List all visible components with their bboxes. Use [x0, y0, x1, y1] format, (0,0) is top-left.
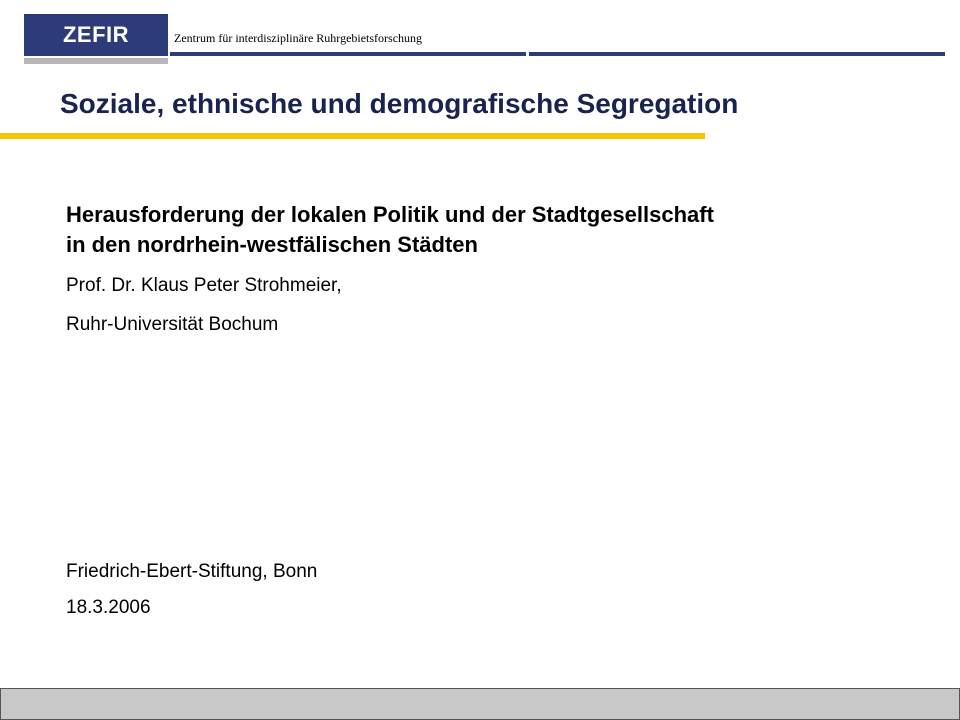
subtitle-line-1: Herausforderung der lokalen Politik und …	[66, 202, 714, 227]
zefir-logo: ZEFIR	[24, 14, 168, 56]
logo-text: ZEFIR	[62, 22, 130, 47]
title-underline	[0, 133, 705, 139]
author-name: Prof. Dr. Klaus Peter Strohmeier,	[66, 275, 342, 296]
subtitle-line-2: in den nordrhein-westfälischen Städten	[66, 232, 478, 257]
slide-title: Soziale, ethnische und demografische Seg…	[60, 88, 739, 119]
event-name: Friedrich-Ebert-Stiftung, Bonn	[66, 561, 318, 582]
organization-name: Zentrum für interdisziplinäre Ruhrgebiet…	[174, 31, 423, 45]
logo-underline	[24, 58, 168, 64]
slide-content: Herausforderung der lokalen Politik und …	[66, 200, 896, 337]
event-info: Friedrich-Ebert-Stiftung, Bonn 18.3.2006	[66, 560, 317, 620]
footer-bar	[0, 688, 960, 720]
university-name: Ruhr-Universität Bochum	[66, 314, 279, 335]
header-rule-left	[170, 52, 526, 56]
event-date: 18.3.2006	[66, 597, 151, 618]
header-rule-right	[529, 52, 945, 56]
